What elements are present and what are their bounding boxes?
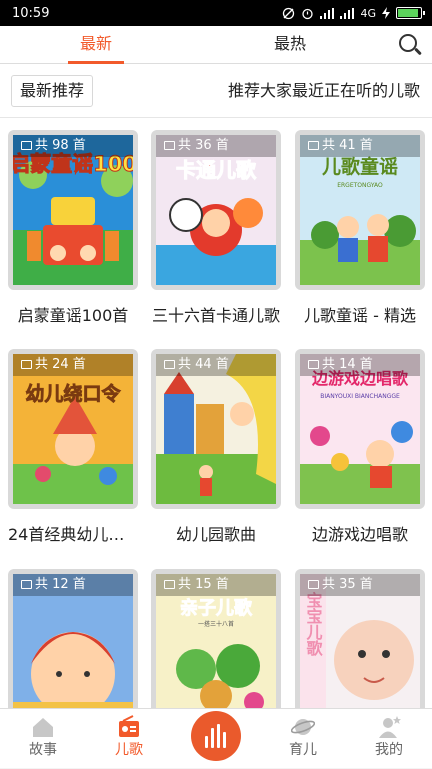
album-cover: 卡通儿歌 共 36 首 [151, 130, 281, 290]
network-type: 4G [360, 6, 376, 20]
cover-subtitle-text: BIANYOUXI BIANCHANGGE [320, 393, 400, 400]
top-tab-bar: 最新 最热 [0, 26, 432, 64]
track-count-badge: 共 15 首 [156, 574, 276, 596]
album-cover: 共 12 首 [8, 569, 138, 708]
recommend-description: 推荐大家最近正在听的儿歌 [227, 81, 420, 100]
nav-item-parenting[interactable]: 育儿 [268, 709, 338, 769]
album-card[interactable]: 亲子儿歌 一搭三十八首 共 15 首 [151, 569, 281, 708]
track-count-badge: 共 44 首 [156, 354, 276, 376]
cover-art: 卡通儿歌 [156, 135, 276, 285]
album-cover: 亲子儿歌 一搭三十八首 共 15 首 [151, 569, 281, 708]
folder-icon [164, 141, 175, 150]
alarm-icon [302, 8, 314, 19]
cover-subtitle-text: ERGETONGYAO [337, 182, 383, 189]
cover-art: 儿歌童谣 ERGETONGYAO [300, 135, 420, 285]
folder-icon [21, 141, 32, 150]
album-title: 儿歌童谣 - 精选 [304, 306, 416, 325]
signal-icon-2 [340, 7, 355, 19]
status-bar: 10:59 4G [0, 0, 432, 26]
album-card[interactable]: 启蒙童谣100 共 98 首 启蒙童谣100首 [8, 130, 138, 326]
folder-icon [308, 580, 319, 589]
album-card[interactable]: 卡通儿歌 共 36 首 三十六首卡通儿歌 [151, 130, 281, 326]
album-cover: 启蒙童谣100 共 98 首 [8, 130, 138, 290]
track-count-badge: 共 36 首 [156, 135, 276, 157]
nav-item-mine[interactable]: 我的 [354, 709, 424, 769]
equalizer-icon [205, 724, 227, 748]
album-cover: 宝宝儿歌 共 35 首 [295, 569, 425, 708]
cover-art [156, 354, 276, 504]
do-not-disturb-icon [283, 7, 295, 19]
track-count-badge: 共 24 首 [13, 354, 133, 376]
album-title: 24首经典幼儿绕口令 [8, 525, 138, 544]
album-card[interactable]: 宝宝儿歌 共 35 首 [295, 569, 425, 708]
track-count-badge: 共 41 首 [300, 135, 420, 157]
album-card[interactable]: 幼儿绕口令 共 24 首 24首经典幼儿绕口令 [8, 349, 138, 545]
folder-icon [21, 360, 32, 369]
recommend-bar: 最新推荐 推荐大家最近正在听的儿歌 [0, 64, 432, 118]
album-card[interactable]: 边游戏边唱歌 BIANYOUXI BIANCHANGGE 共 14 首 边游戏边… [295, 349, 425, 545]
now-playing-button[interactable] [191, 711, 241, 761]
cover-subtitle-text: 一搭三十八首 [198, 620, 234, 628]
recommend-chip[interactable]: 最新推荐 [11, 75, 94, 107]
house-icon [33, 718, 53, 737]
album-cover: 幼儿绕口令 共 24 首 [8, 349, 138, 509]
nav-label: 育儿 [289, 742, 317, 758]
cover-title-text: 卡通儿歌 [176, 158, 257, 182]
tab-hottest[interactable]: 最热 [274, 26, 306, 64]
album-card[interactable]: 共 44 首 幼儿园歌曲 [151, 349, 281, 545]
cover-title-text: 宝宝儿歌 [304, 591, 324, 657]
cover-art: 边游戏边唱歌 BIANYOUXI BIANCHANGGE [300, 354, 420, 504]
folder-icon [21, 580, 32, 589]
cover-art: 幼儿绕口令 [13, 354, 133, 504]
track-count-badge: 共 98 首 [13, 135, 133, 157]
track-count-badge: 共 35 首 [300, 574, 420, 596]
album-title: 幼儿园歌曲 [175, 525, 256, 544]
album-title: 启蒙童谣100首 [17, 306, 129, 325]
track-count-badge: 共 14 首 [300, 354, 420, 376]
nav-item-story[interactable]: 故事 [8, 709, 78, 769]
cover-title-text: 幼儿绕口令 [25, 382, 121, 405]
user-star-icon [379, 716, 401, 738]
album-title: 三十六首卡通儿歌 [151, 306, 280, 325]
cover-art: 启蒙童谣100 [13, 135, 133, 285]
album-cover: 儿歌童谣 ERGETONGYAO 共 41 首 [295, 130, 425, 290]
album-cover: 边游戏边唱歌 BIANYOUXI BIANCHANGGE 共 14 首 [295, 349, 425, 509]
bottom-nav: 故事 儿歌 育儿 我的 [0, 708, 432, 768]
tab-newest[interactable]: 最新 [67, 26, 125, 64]
album-grid: 启蒙童谣100 共 98 首 启蒙童谣100首 卡通儿歌 共 36 首 三十六首… [0, 118, 432, 708]
status-icons: 4G [282, 6, 425, 20]
folder-icon [164, 360, 175, 369]
nav-item-songs[interactable]: 儿歌 [94, 709, 164, 769]
nav-label: 故事 [29, 742, 57, 758]
track-count-badge: 共 12 首 [13, 574, 133, 596]
radio-icon [119, 715, 139, 737]
charging-icon [382, 7, 390, 19]
album-title: 边游戏边唱歌 [311, 525, 408, 544]
nav-label: 我的 [375, 742, 403, 758]
cover-title-text: 儿歌童谣 [321, 155, 398, 178]
battery-icon [396, 7, 425, 19]
album-card[interactable]: 共 12 首 [8, 569, 138, 708]
signal-icon [320, 7, 335, 19]
cover-title-text: 亲子儿歌 [180, 597, 253, 619]
nav-label: 儿歌 [115, 742, 143, 758]
search-button[interactable] [398, 33, 422, 57]
album-card[interactable]: 儿歌童谣 ERGETONGYAO 共 41 首 儿歌童谣 - 精选 [295, 130, 425, 326]
folder-icon [164, 580, 175, 589]
status-time: 10:59 [12, 5, 50, 21]
folder-icon [308, 141, 319, 150]
planet-icon [291, 719, 315, 735]
album-cover: 共 44 首 [151, 349, 281, 509]
folder-icon [308, 360, 319, 369]
